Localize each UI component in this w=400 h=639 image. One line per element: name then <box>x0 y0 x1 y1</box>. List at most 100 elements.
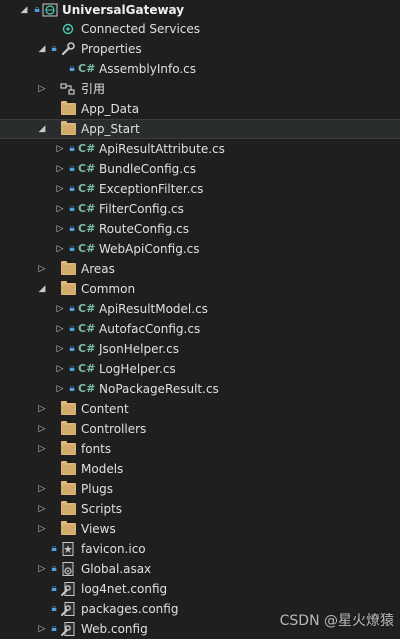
folder-label: Controllers <box>81 422 147 436</box>
web-project-icon <box>42 3 58 17</box>
collapse-arrow-icon[interactable]: ◢ <box>18 0 30 20</box>
lock-icon: 🔒︎ <box>51 563 57 574</box>
expand-arrow-icon[interactable]: ▷ <box>54 239 66 259</box>
tree-row-assemblyinfo[interactable]: 🔒︎ C# AssemblyInfo.cs <box>0 59 400 79</box>
folder-icon <box>61 101 76 115</box>
expand-arrow-icon[interactable]: ▷ <box>36 619 48 639</box>
config-file-icon <box>61 622 75 636</box>
tree-row-file[interactable]: ▷ 🔒︎ C# ApiResultAttribute.cs <box>0 139 400 159</box>
expand-arrow-icon[interactable]: ▷ <box>54 219 66 239</box>
lock-icon: 🔒︎ <box>34 4 40 15</box>
tree-row-global-asax[interactable]: ▷ 🔒︎ Global.asax <box>0 559 400 579</box>
tree-row-views[interactable]: ▷ Views <box>0 519 400 539</box>
expand-arrow-icon[interactable]: ▷ <box>36 499 48 519</box>
expand-arrow-icon[interactable]: ▷ <box>54 359 66 379</box>
tree-row-scripts[interactable]: ▷ Scripts <box>0 499 400 519</box>
folder-label: Views <box>81 522 116 536</box>
csharp-file-icon: C# <box>78 62 96 75</box>
expand-arrow-icon[interactable]: ▷ <box>36 419 48 439</box>
tree-row-models[interactable]: Models <box>0 459 400 479</box>
tree-row-references[interactable]: ▷ 引用 <box>0 79 400 99</box>
folder-label: Models <box>81 462 124 476</box>
tree-row-file[interactable]: ▷ 🔒︎ C# FilterConfig.cs <box>0 199 400 219</box>
lock-icon: 🔒︎ <box>69 383 75 394</box>
tree-row-file[interactable]: ▷ 🔒︎ C# LogHelper.cs <box>0 359 400 379</box>
expand-arrow-icon[interactable]: ▷ <box>54 319 66 339</box>
connected-services-icon <box>62 23 74 35</box>
tree-row-controllers[interactable]: ▷ Controllers <box>0 419 400 439</box>
tree-row-file[interactable]: ▷ 🔒︎ C# WebApiConfig.cs <box>0 239 400 259</box>
tree-row-file[interactable]: ▷ 🔒︎ C# RouteConfig.cs <box>0 219 400 239</box>
lock-icon: 🔒︎ <box>69 223 75 234</box>
lock-icon: 🔒︎ <box>69 303 75 314</box>
lock-icon: 🔒︎ <box>69 163 75 174</box>
tree-row-file[interactable]: ▷ 🔒︎ C# JsonHelper.cs <box>0 339 400 359</box>
expand-arrow-icon[interactable]: ▷ <box>54 139 66 159</box>
tree-row-fonts[interactable]: ▷ fonts <box>0 439 400 459</box>
tree-row-log4net[interactable]: 🔒︎ log4net.config <box>0 579 400 599</box>
file-label: ApiResultModel.cs <box>99 302 208 316</box>
expand-arrow-icon[interactable]: ▷ <box>54 299 66 319</box>
file-label: AssemblyInfo.cs <box>99 62 197 76</box>
file-label: NoPackageResult.cs <box>99 382 219 396</box>
expand-arrow-icon[interactable]: ▷ <box>54 179 66 199</box>
tree-row-file[interactable]: ▷ 🔒︎ C# ExceptionFilter.cs <box>0 179 400 199</box>
collapse-arrow-icon[interactable]: ◢ <box>36 119 48 139</box>
expand-arrow-icon[interactable]: ▷ <box>54 379 66 399</box>
folder-icon <box>61 401 76 415</box>
project-name: UniversalGateway <box>62 3 185 17</box>
tree-row-content[interactable]: ▷ Content <box>0 399 400 419</box>
file-label: ApiResultAttribute.cs <box>99 142 225 156</box>
tree-row-file[interactable]: ▷ 🔒︎ C# BundleConfig.cs <box>0 159 400 179</box>
properties-label: Properties <box>81 42 142 56</box>
expand-arrow-icon[interactable]: ▷ <box>36 399 48 419</box>
tree-row-properties[interactable]: ◢ 🔒︎ Properties <box>0 39 400 59</box>
expand-arrow-icon[interactable]: ▷ <box>54 339 66 359</box>
folder-icon <box>61 281 76 295</box>
expand-arrow-icon[interactable]: ▷ <box>54 159 66 179</box>
csharp-file-icon: C# <box>78 342 96 355</box>
expand-arrow-icon[interactable]: ▷ <box>36 559 48 579</box>
lock-icon: 🔒︎ <box>51 623 57 634</box>
tree-row-common[interactable]: ◢ Common <box>0 279 400 299</box>
lock-icon: 🔒︎ <box>69 343 75 354</box>
folder-label: App_Start <box>81 122 140 136</box>
folder-label: Areas <box>81 262 115 276</box>
folder-label: Plugs <box>81 482 114 496</box>
tree-row-app-data[interactable]: App_Data <box>0 99 400 119</box>
wrench-icon <box>61 42 75 56</box>
expand-arrow-icon[interactable]: ▷ <box>54 199 66 219</box>
tree-row-plugs[interactable]: ▷ Plugs <box>0 479 400 499</box>
folder-icon <box>61 461 76 475</box>
collapse-arrow-icon[interactable]: ◢ <box>36 279 48 299</box>
tree-row-connected-services[interactable]: Connected Services <box>0 19 400 39</box>
tree-row-areas[interactable]: ▷ Areas <box>0 259 400 279</box>
lock-icon: 🔒︎ <box>51 543 57 554</box>
references-label: 引用 <box>81 82 106 96</box>
file-label: log4net.config <box>81 582 168 596</box>
tree-row-app-start[interactable]: ◢ App_Start <box>0 119 400 139</box>
file-label: RouteConfig.cs <box>99 222 189 236</box>
expand-arrow-icon[interactable]: ▷ <box>36 439 48 459</box>
csharp-file-icon: C# <box>78 182 96 195</box>
folder-icon <box>61 121 76 135</box>
tree-row-file[interactable]: ▷ 🔒︎ C# AutofacConfig.cs <box>0 319 400 339</box>
tree-row-file[interactable]: ▷ 🔒︎ C# ApiResultModel.cs <box>0 299 400 319</box>
folder-icon <box>61 501 76 515</box>
file-label: packages.config <box>81 602 179 616</box>
collapse-arrow-icon[interactable]: ◢ <box>36 39 48 59</box>
expand-arrow-icon[interactable]: ▷ <box>36 259 48 279</box>
expand-arrow-icon[interactable]: ▷ <box>36 479 48 499</box>
tree-row-project[interactable]: ◢ 🔒︎ UniversalGateway <box>0 0 400 20</box>
tree-row-favicon[interactable]: 🔒︎ favicon.ico <box>0 539 400 559</box>
expand-arrow-icon[interactable]: ▷ <box>36 79 48 99</box>
folder-icon <box>61 261 76 275</box>
file-label: LogHelper.cs <box>99 362 176 376</box>
config-file-icon <box>61 602 75 616</box>
csharp-file-icon: C# <box>78 302 96 315</box>
tree-row-file[interactable]: ▷ 🔒︎ C# NoPackageResult.cs <box>0 379 400 399</box>
folder-label: fonts <box>81 442 112 456</box>
file-label: FilterConfig.cs <box>99 202 184 216</box>
expand-arrow-icon[interactable]: ▷ <box>36 519 48 539</box>
lock-icon: 🔒︎ <box>69 363 75 374</box>
